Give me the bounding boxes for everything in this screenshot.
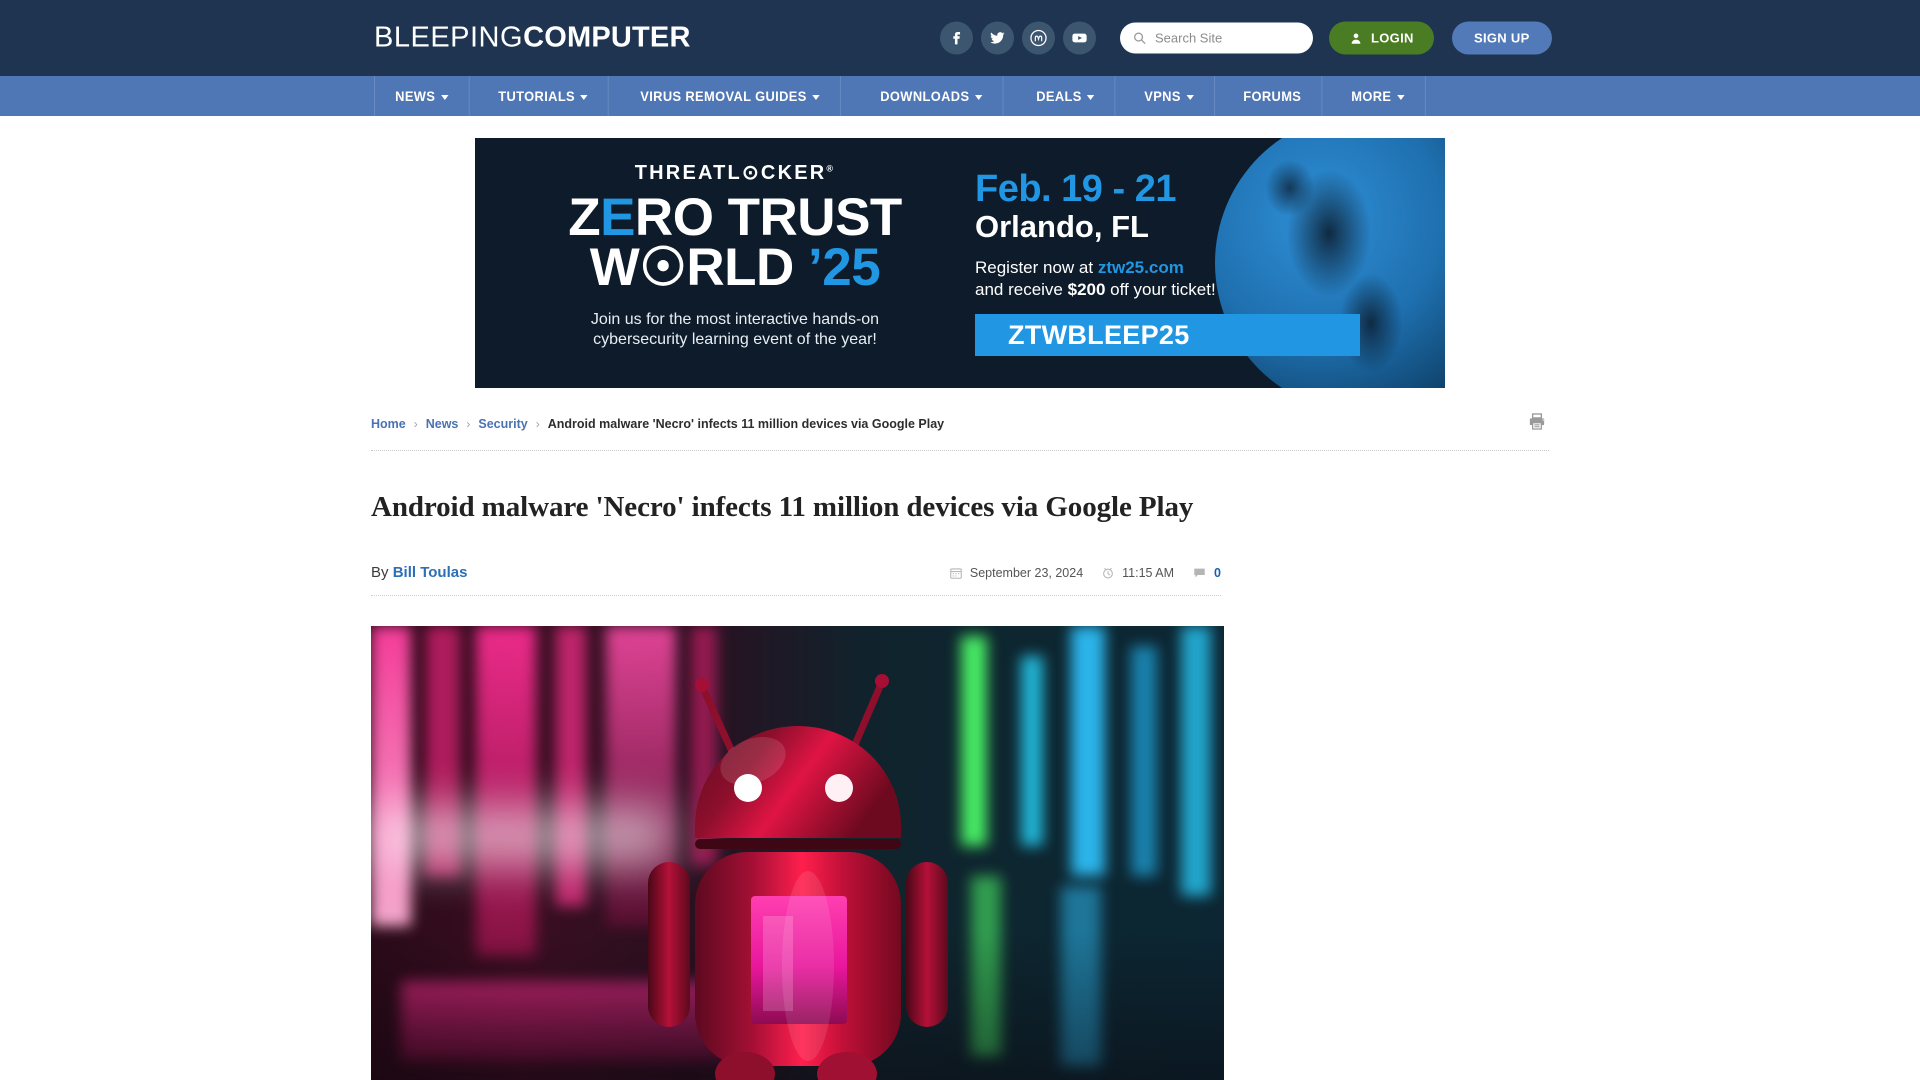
article-meta: September 23, 2024 11:15 AM 0 [949,566,1221,580]
breadcrumb-item-security[interactable]: Security [478,417,527,431]
logo-text-thin: BLEEPING [374,21,524,54]
nav-item-virus-removal-guides[interactable]: VIRUS REMOVAL GUIDES [620,76,841,116]
ad-headline-line1: ZERO TRUST [568,188,902,247]
ad-register-line: Register now at ztw25.com [975,258,1184,277]
nav-item-forums[interactable]: FORUMS [1223,76,1323,116]
publish-time: 11:15 AM [1101,566,1174,580]
nav-item-tutorials[interactable]: TUTORIALS [478,76,609,116]
breadcrumb-item-news[interactable]: News [426,417,459,431]
article-hero-image [371,626,1224,1080]
nav-item-downloads[interactable]: DOWNLOADS [860,76,1004,116]
mastodon-icon[interactable] [1022,21,1055,55]
comment-icon [1194,568,1205,577]
nav-item-news[interactable]: NEWS [374,76,470,116]
nav-label: VPNS [1144,88,1182,104]
breadcrumb-row: Home › News › Security › Android malware… [371,412,1549,451]
login-button[interactable]: LOGIN [1329,21,1434,55]
ad-right-panel: Feb. 19 - 21 Orlando, FL Register now at… [975,168,1375,356]
site-header: BLEEPINGCOMPUTER LOGIN SIGN UP [0,0,1920,76]
page-title: Android malware 'Necro' infects 11 milli… [371,491,1194,523]
ad-register-link[interactable]: ztw25.com [1098,258,1184,277]
search-icon [1134,32,1146,44]
ad-promo-code[interactable]: ZTWBLEEP25 [975,314,1360,356]
chevron-down-icon [1397,94,1405,100]
chevron-down-icon [440,94,449,100]
breadcrumb-item-current: Android malware 'Necro' infects 11 milli… [547,417,945,431]
signup-button[interactable]: SIGN UP [1452,21,1552,55]
social-links [940,21,1096,55]
clock-icon [1103,567,1114,578]
print-button[interactable] [1527,412,1549,436]
ad-left-panel: THREATL⊙CKER® ZERO TRUST W☉RLD ’25 Join … [475,138,995,351]
signup-button-label: SIGN UP [1474,30,1530,46]
nav-label: TUTORIALS [497,88,575,104]
chevron-down-icon [812,94,820,100]
nav-item-vpns[interactable]: VPNS [1124,76,1216,116]
chevron-down-icon [974,94,983,100]
advertisement-region: THREATL⊙CKER® ZERO TRUST W☉RLD ’25 Join … [0,116,1920,388]
nav-label: VIRUS REMOVAL GUIDES [640,88,807,104]
comment-count-value: 0 [1214,565,1221,580]
ad-headline: ZERO TRUST W☉RLD ’25 [475,188,995,298]
main-navigation: NEWS TUTORIALS VIRUS REMOVAL GUIDES DOWN… [0,76,1920,116]
ad-offer-amount: $200 [1067,280,1106,299]
ad-event-city: Orlando, FL [975,209,1149,244]
breadcrumb-item-home[interactable]: Home [371,417,406,431]
ad-tagline-line1: Join us for the most interactive hands-o… [590,310,880,328]
calendar-icon [950,567,962,579]
printer-icon [1529,413,1545,430]
login-button-label: LOGIN [1371,30,1414,46]
publish-date-label: September 23, 2024 [969,565,1084,580]
byline-prefix: By [371,564,389,581]
ad-brand-name: THREATL⊙CKER® [475,160,995,185]
publish-date: September 23, 2024 [949,566,1083,580]
nav-label: NEWS [395,88,436,104]
youtube-icon[interactable] [1063,21,1096,55]
comment-count[interactable]: 0 [1192,566,1221,580]
nav-label: FORUMS [1243,88,1302,104]
breadcrumb-separator: › [466,417,471,431]
page-content: Home › News › Security › Android malware… [371,388,1549,1080]
nav-label: DEALS [1036,88,1082,104]
article-meta-row: By Bill Toulas September 23, 2024 11:15 … [371,564,1221,596]
nav-label: DOWNLOADS [880,88,970,104]
logo-text-bold: COMPUTER [523,21,691,54]
nav-label: MORE [1351,88,1392,104]
user-icon [1351,33,1361,44]
publish-time-label: 11:15 AM [1122,565,1175,580]
threatlocker-ad-banner[interactable]: THREATL⊙CKER® ZERO TRUST W☉RLD ’25 Join … [475,138,1445,388]
ad-headline-line2: W☉RLD ’25 [589,238,881,298]
ad-tagline: Join us for the most interactive hands-o… [475,310,995,352]
chevron-down-icon [580,94,588,100]
ad-brand-registered: ® [826,163,836,174]
article: Android malware 'Necro' infects 11 milli… [371,491,1224,1080]
facebook-icon[interactable] [940,21,973,55]
breadcrumb-separator: › [535,417,540,431]
ad-event-date: Feb. 19 - 21 [975,168,1176,210]
nav-item-more[interactable]: MORE [1331,76,1426,116]
chevron-down-icon [1186,94,1195,100]
twitter-icon[interactable] [981,21,1014,55]
search-input[interactable] [1155,30,1301,46]
nav-item-deals[interactable]: DEALS [1016,76,1116,116]
search-box[interactable] [1120,22,1313,54]
ad-tagline-line2: cybersecurity learning event of the year… [593,331,877,349]
breadcrumb: Home › News › Security › Android malware… [371,417,944,431]
breadcrumb-separator: › [413,417,418,431]
android-robot-graphic [647,674,948,1080]
ad-brand-text: THREATL⊙CKER [634,162,827,184]
byline: By Bill Toulas [371,564,467,581]
chevron-down-icon [1087,94,1095,100]
ad-offer-line: and receive $200 off your ticket! [975,280,1216,299]
author-link[interactable]: Bill Toulas [393,564,468,581]
site-logo[interactable]: BLEEPINGCOMPUTER [374,22,691,55]
